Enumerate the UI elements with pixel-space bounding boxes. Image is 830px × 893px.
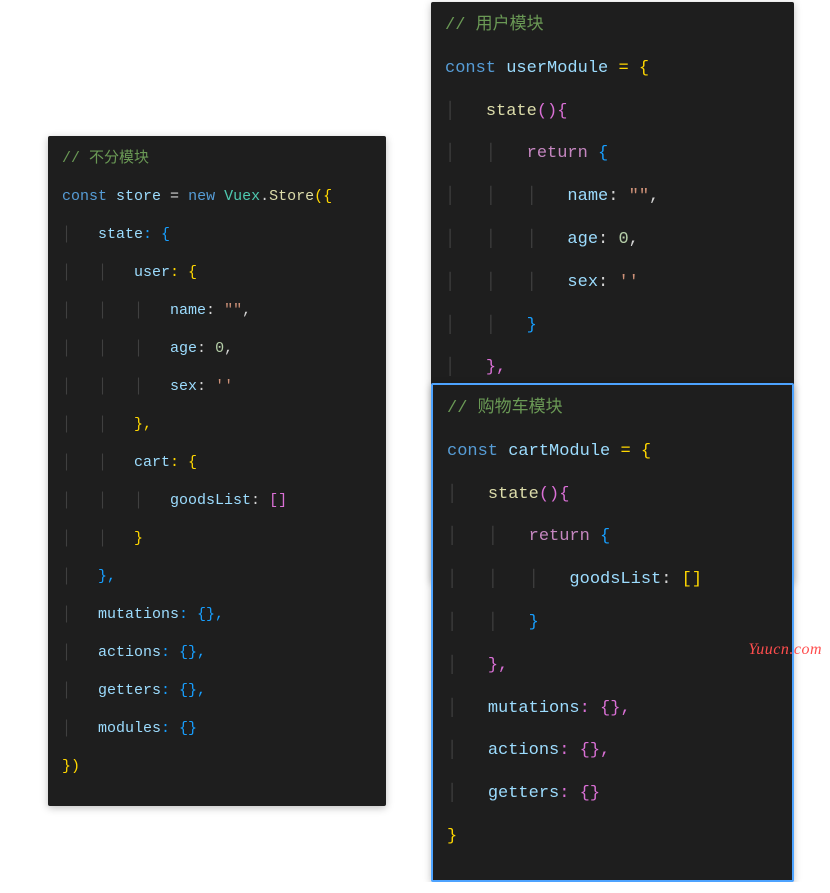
code-token: "" [224, 302, 242, 319]
code-token: return [529, 527, 590, 546]
code-token: . [260, 188, 269, 205]
code-token: = { [608, 59, 649, 78]
code-token: age [567, 230, 598, 249]
code-token: Store [269, 188, 314, 205]
code-token: modules [98, 720, 161, 737]
watermark-text: Yuucn.com [748, 641, 822, 659]
code-token: cartModule [508, 442, 610, 461]
code-token: : [608, 187, 628, 206]
code-token: [] [682, 570, 702, 589]
code-token: state [486, 102, 537, 121]
code-token: : [197, 378, 215, 395]
code-token: : {} [161, 720, 197, 737]
code-token: actions [488, 741, 559, 760]
code-token: Vuex [224, 188, 260, 205]
code-token: }, [486, 358, 506, 377]
code-token: user [134, 264, 170, 281]
code-content: // 购物车模块 const cartModule = { │ state(){… [447, 397, 778, 868]
code-token: { [588, 144, 608, 163]
code-token: name [170, 302, 206, 319]
code-token: (){ [539, 485, 570, 504]
code-content: // 不分模块 const store = new Vuex.Store({ │… [62, 148, 372, 794]
code-token: : [197, 340, 215, 357]
code-token: state [488, 485, 539, 504]
code-token: sex [170, 378, 197, 395]
code-token: = [161, 188, 188, 205]
code-token: new [188, 188, 215, 205]
code-comment: // 不分模块 [62, 150, 149, 167]
code-token: : {}, [580, 699, 631, 718]
code-token: : { [170, 264, 197, 281]
code-token: ({ [314, 188, 332, 205]
code-comment: // 用户模块 [445, 16, 544, 35]
code-token: const [62, 188, 107, 205]
code-token: mutations [98, 606, 179, 623]
code-token: }, [488, 656, 508, 675]
code-token: mutations [488, 699, 580, 718]
code-token: goodsList [170, 492, 251, 509]
code-token: } [527, 316, 537, 335]
code-token: (){ [537, 102, 568, 121]
code-token: : {}, [161, 644, 206, 661]
code-token: { [590, 527, 610, 546]
code-token: : [661, 570, 681, 589]
code-token: : { [170, 454, 197, 471]
code-token: return [527, 144, 588, 163]
code-block-cart-module: // 购物车模块 const cartModule = { │ state(){… [431, 383, 794, 882]
code-token: : {}, [179, 606, 224, 623]
code-token: }, [98, 568, 116, 585]
code-token: , [629, 230, 639, 249]
code-token: 0 [618, 230, 628, 249]
code-block-no-modules: // 不分模块 const store = new Vuex.Store({ │… [48, 136, 386, 806]
code-token: getters [98, 682, 161, 699]
code-token: actions [98, 644, 161, 661]
code-token: getters [488, 784, 559, 803]
code-token: , [224, 340, 233, 357]
code-token: '' [618, 273, 638, 292]
code-token: age [170, 340, 197, 357]
code-token: name [567, 187, 608, 206]
code-comment: // 购物车模块 [447, 399, 563, 418]
code-token: state [98, 226, 143, 243]
code-token: "" [629, 187, 649, 206]
code-token: : { [143, 226, 170, 243]
code-token: : {} [559, 784, 600, 803]
code-token: sex [567, 273, 598, 292]
code-token: : [206, 302, 224, 319]
code-token: }) [62, 758, 80, 775]
code-token: : {}, [161, 682, 206, 699]
code-token: = { [610, 442, 651, 461]
code-token: : {}, [559, 741, 610, 760]
code-token: : [598, 230, 618, 249]
code-token: }, [134, 416, 152, 433]
code-token: cart [134, 454, 170, 471]
code-token: [] [269, 492, 287, 509]
code-token: : [598, 273, 618, 292]
code-token: store [116, 188, 161, 205]
code-token: , [649, 187, 659, 206]
code-token: 0 [215, 340, 224, 357]
code-token: } [447, 827, 457, 846]
code-token: } [134, 530, 143, 547]
code-token: goodsList [569, 570, 661, 589]
code-token: , [242, 302, 251, 319]
code-token: } [529, 613, 539, 632]
code-token: '' [215, 378, 233, 395]
code-token: const [447, 442, 498, 461]
code-token: userModule [506, 59, 608, 78]
code-token: const [445, 59, 496, 78]
code-token: : [251, 492, 269, 509]
